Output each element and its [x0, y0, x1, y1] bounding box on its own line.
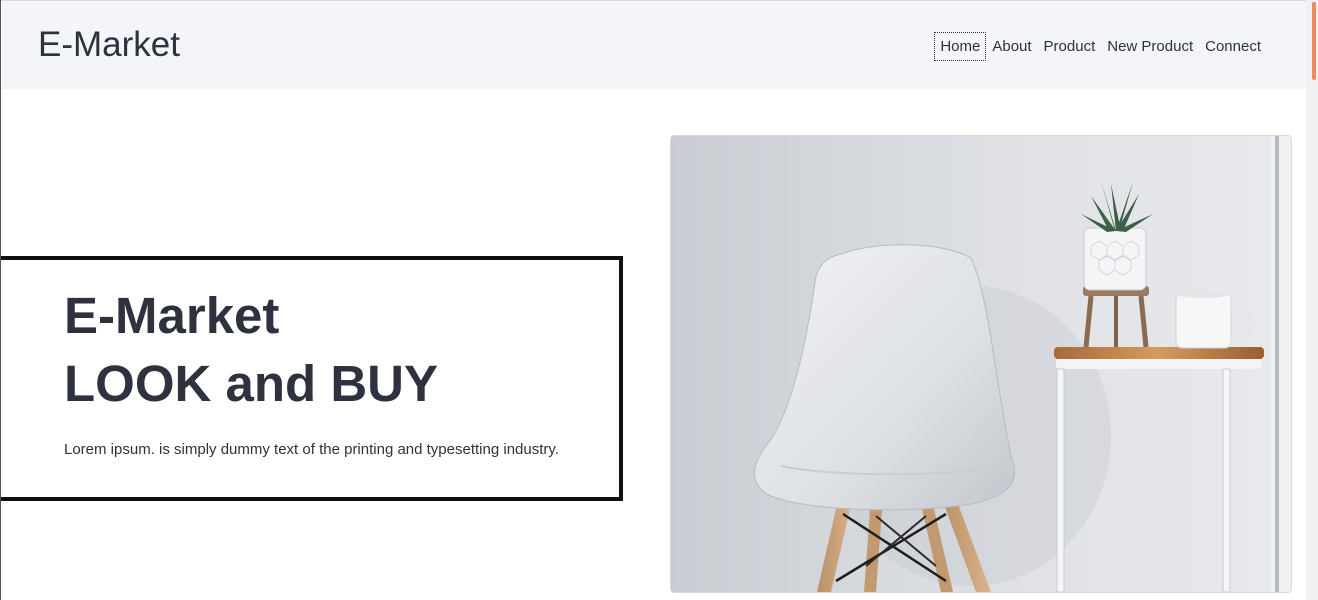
nav-item-product[interactable]: Product: [1038, 32, 1102, 61]
hero-title-line-1: E-Market: [64, 287, 280, 344]
nav-item-new-product[interactable]: New Product: [1101, 32, 1199, 61]
nav-item-about[interactable]: About: [986, 32, 1037, 61]
hero-title-line-2: LOOK and BUY: [64, 355, 439, 412]
hero-description: Lorem ipsum. is simply dummy text of the…: [64, 441, 559, 458]
nav-item-connect[interactable]: Connect: [1199, 32, 1267, 61]
navbar: E-Market Home About Product New Product …: [1, 0, 1307, 89]
hero-title: E-Market LOOK and BUY: [64, 282, 438, 418]
nav-item-home[interactable]: Home: [934, 32, 987, 61]
brand-logo[interactable]: E-Market: [38, 25, 180, 65]
chair-scene-illustration: [671, 136, 1291, 592]
page: E-Market Home About Product New Product …: [0, 0, 1318, 600]
scrollbar[interactable]: [1306, 0, 1318, 600]
nav-menu: Home About Product New Product Connect: [934, 32, 1267, 61]
hero-text-box: E-Market LOOK and BUY Lorem ipsum. is si…: [1, 256, 623, 501]
scrollbar-thumb[interactable]: [1312, 2, 1316, 80]
hero-image: [670, 135, 1292, 593]
